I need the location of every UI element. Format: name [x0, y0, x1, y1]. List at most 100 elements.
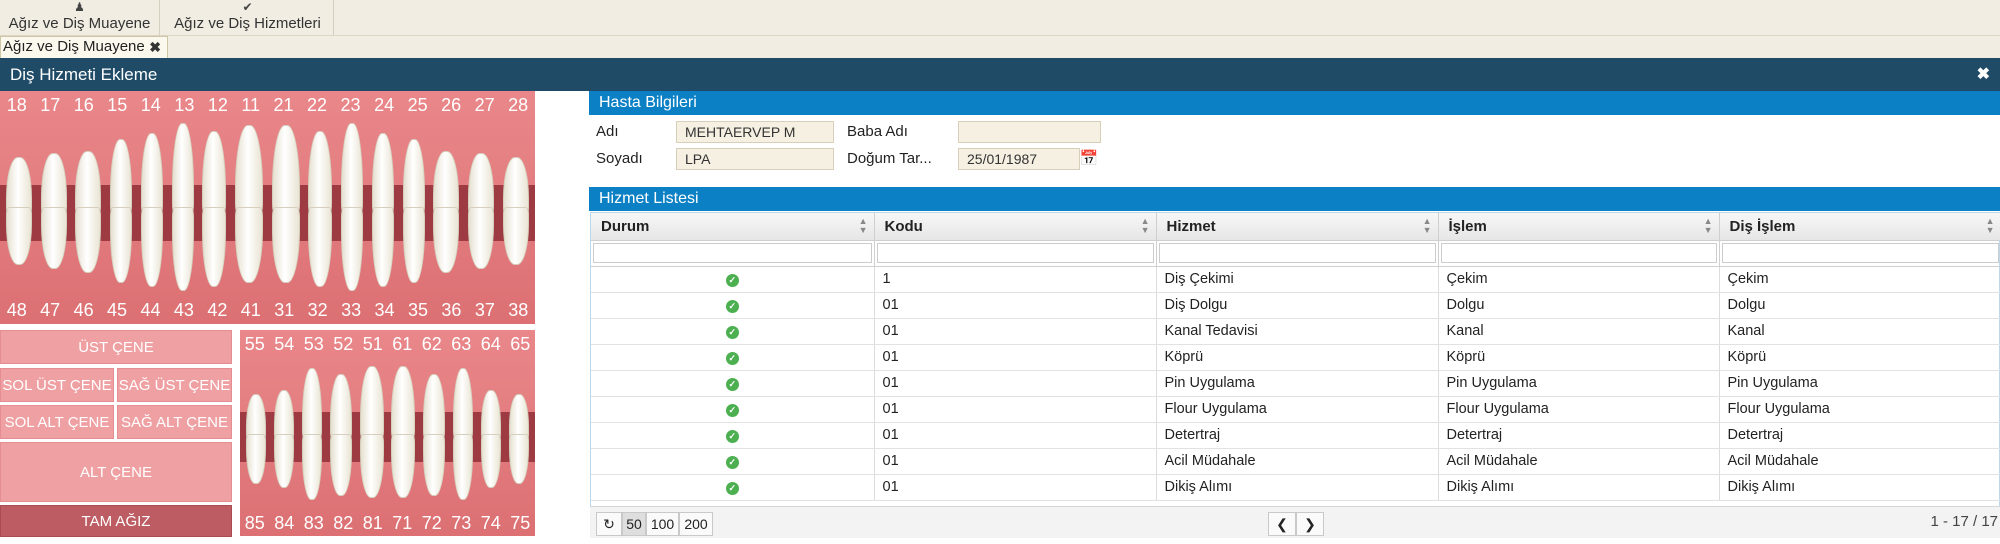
tooth-81[interactable]: [359, 434, 384, 498]
first-name-field[interactable]: MEHTAERVEP M: [676, 121, 834, 143]
tooth-number[interactable]: 32: [308, 300, 328, 321]
tooth-number[interactable]: 64: [481, 334, 501, 355]
column-header-islem[interactable]: İşlem ▲ ▼: [1438, 213, 1720, 241]
tooth-31[interactable]: [271, 207, 300, 283]
tab-dental-exam[interactable]: Ağız ve Diş Muayene ✖: [0, 36, 168, 58]
tooth-number[interactable]: 18: [7, 95, 27, 116]
tooth-47[interactable]: [40, 207, 67, 269]
tooth-number[interactable]: 36: [441, 300, 461, 321]
tooth-number[interactable]: 38: [508, 300, 528, 321]
tooth-number[interactable]: 27: [475, 95, 495, 116]
tooth-15[interactable]: [110, 139, 133, 215]
tooth-number[interactable]: 28: [508, 95, 528, 116]
prev-page-icon[interactable]: ❮: [1268, 512, 1296, 536]
tooth-45[interactable]: [110, 207, 133, 283]
tooth-53[interactable]: [301, 368, 322, 440]
table-row[interactable]: ✓ 01 Kanal Tedavisi Kanal Kanal: [591, 318, 2000, 345]
tooth-48[interactable]: [6, 207, 32, 265]
tooth-24[interactable]: [371, 133, 394, 215]
tooth-number[interactable]: 53: [304, 334, 324, 355]
next-page-icon[interactable]: ❯: [1296, 512, 1324, 536]
tooth-number[interactable]: 42: [207, 300, 227, 321]
tooth-83[interactable]: [301, 434, 322, 500]
tooth-number[interactable]: 82: [333, 513, 353, 534]
upper-right-jaw-button[interactable]: SAĞ ÜST ÇENE: [117, 368, 232, 402]
tooth-12[interactable]: [202, 131, 227, 215]
tooth-number[interactable]: 61: [392, 334, 412, 355]
toolbar-button-dental-services[interactable]: ✔ Ağız ve Diş Hizmetleri: [162, 0, 334, 36]
upper-jaw-button[interactable]: ÜST ÇENE: [0, 330, 232, 364]
lower-left-jaw-button[interactable]: SOL ALT ÇENE: [0, 405, 114, 439]
column-header-kodu[interactable]: Kodu ▲ ▼: [874, 213, 1157, 241]
tooth-44[interactable]: [140, 207, 163, 287]
tooth-61[interactable]: [391, 366, 416, 440]
last-name-field[interactable]: LPA: [676, 148, 834, 170]
tooth-number[interactable]: 81: [363, 513, 383, 534]
tooth-85[interactable]: [246, 434, 266, 484]
tooth-number[interactable]: 54: [274, 334, 294, 355]
tooth-23[interactable]: [341, 123, 364, 215]
tooth-number[interactable]: 33: [341, 300, 361, 321]
tooth-number[interactable]: 11: [241, 95, 260, 116]
tooth-number[interactable]: 75: [510, 513, 530, 534]
tooth-42[interactable]: [202, 207, 227, 287]
tooth-number[interactable]: 62: [422, 334, 442, 355]
tooth-13[interactable]: [171, 123, 194, 215]
table-row[interactable]: ✓ 01 Pin Uygulama Pin Uygulama Pin Uygulama: [591, 370, 2000, 397]
tooth-number[interactable]: 26: [441, 95, 461, 116]
close-tab-icon[interactable]: ✖: [149, 37, 161, 57]
tooth-number[interactable]: 13: [174, 95, 194, 116]
tooth-54[interactable]: [273, 390, 294, 440]
tooth-35[interactable]: [402, 207, 425, 283]
tooth-52[interactable]: [329, 374, 352, 440]
tooth-number[interactable]: 24: [374, 95, 394, 116]
tooth-number[interactable]: 52: [333, 334, 353, 355]
tooth-number[interactable]: 55: [245, 334, 265, 355]
column-header-dis-islem[interactable]: Diş İşlem ▲ ▼: [1719, 213, 2000, 241]
tooth-63[interactable]: [453, 368, 474, 440]
tooth-41[interactable]: [235, 207, 264, 283]
tooth-number[interactable]: 84: [274, 513, 294, 534]
tooth-number[interactable]: 85: [245, 513, 265, 534]
tooth-34[interactable]: [371, 207, 394, 287]
tooth-number[interactable]: 72: [422, 513, 442, 534]
tooth-84[interactable]: [273, 434, 294, 488]
full-mouth-button[interactable]: TAM AĞIZ: [0, 505, 232, 537]
table-row[interactable]: ✓ 01 Dikiş Alımı Dikiş Alımı Dikiş Alımı: [591, 474, 2000, 501]
tooth-36[interactable]: [433, 207, 460, 273]
filter-input-dis-islem[interactable]: [1721, 243, 1999, 263]
tooth-number[interactable]: 73: [451, 513, 471, 534]
upper-left-jaw-button[interactable]: SOL ÜST ÇENE: [0, 368, 114, 402]
table-row[interactable]: ✓ 01 Acil Müdahale Acil Müdahale Acil Müdaha…: [591, 448, 2000, 475]
tooth-72[interactable]: [423, 434, 446, 496]
tooth-26[interactable]: [433, 151, 460, 215]
tooth-number[interactable]: 25: [408, 95, 428, 116]
tooth-number[interactable]: 21: [274, 95, 294, 116]
tooth-number[interactable]: 14: [141, 95, 161, 116]
tooth-25[interactable]: [402, 139, 425, 215]
tooth-number[interactable]: 51: [363, 334, 383, 355]
tooth-82[interactable]: [329, 434, 352, 496]
tooth-number[interactable]: 43: [174, 300, 194, 321]
tooth-21[interactable]: [271, 125, 300, 215]
tooth-71[interactable]: [391, 434, 416, 498]
tooth-74[interactable]: [481, 434, 501, 488]
calendar-icon[interactable]: 📅: [1079, 149, 1099, 169]
tooth-64[interactable]: [481, 390, 501, 440]
tooth-51[interactable]: [359, 366, 384, 440]
tooth-number[interactable]: 44: [140, 300, 160, 321]
table-row[interactable]: ✓ 01 Köprü Köprü Köprü: [591, 344, 2000, 371]
tooth-14[interactable]: [140, 133, 163, 215]
tooth-38[interactable]: [502, 207, 529, 265]
lower-jaw-button[interactable]: ALT ÇENE: [0, 442, 232, 502]
tooth-number[interactable]: 22: [307, 95, 327, 116]
table-row[interactable]: ✓ 01 Diş Dolgu Dolgu Dolgu: [591, 292, 2000, 319]
tooth-16[interactable]: [75, 151, 102, 215]
filter-input-durum[interactable]: [593, 243, 872, 263]
filter-input-islem[interactable]: [1440, 243, 1717, 263]
column-header-durum[interactable]: Durum ▲ ▼: [591, 213, 875, 241]
tooth-number[interactable]: 71: [392, 513, 412, 534]
tooth-43[interactable]: [171, 207, 194, 291]
column-header-hizmet[interactable]: Hizmet ▲ ▼: [1156, 213, 1439, 241]
page-size-50[interactable]: 50: [622, 512, 646, 536]
